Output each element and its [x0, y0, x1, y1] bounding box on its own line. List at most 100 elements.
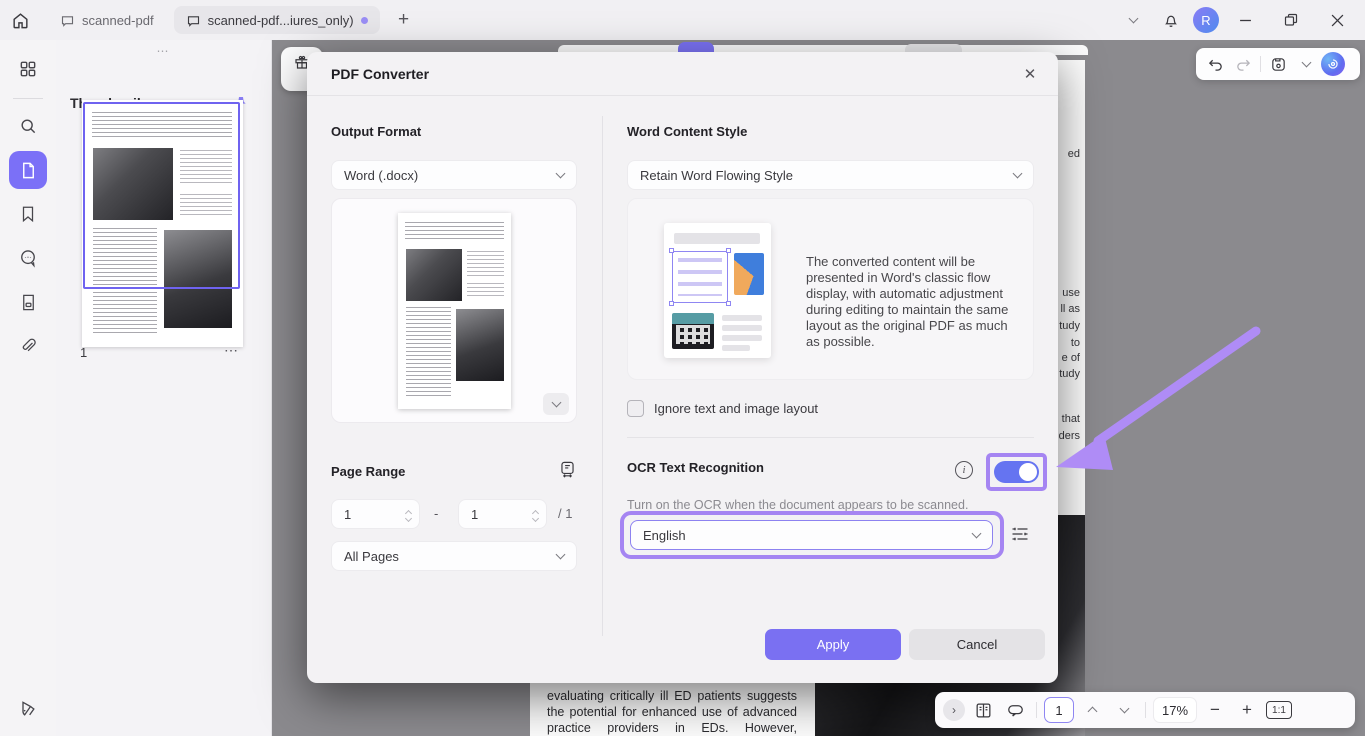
- preview-expand-button[interactable]: [543, 393, 569, 415]
- page-number-input[interactable]: [1044, 697, 1074, 723]
- dialog-close-button[interactable]: ✕: [1016, 60, 1044, 88]
- custom-range-button[interactable]: [558, 460, 577, 482]
- stepper-arrows[interactable]: [406, 508, 411, 521]
- section-divider: [627, 437, 1034, 438]
- tabs-dropdown-button[interactable]: [1117, 4, 1149, 36]
- titlebar: scanned-pdf scanned-pdf...iures_only) + …: [0, 0, 1365, 40]
- stepper-arrows[interactable]: [533, 508, 538, 521]
- minimize-icon: [1239, 14, 1252, 27]
- redo-icon: [1235, 56, 1252, 73]
- apply-button[interactable]: Apply: [765, 629, 901, 660]
- sidebar-item-apps[interactable]: [9, 50, 47, 88]
- word-content-style-label: Word Content Style: [627, 124, 747, 139]
- thumbnail-more-button[interactable]: ⋯: [224, 342, 239, 359]
- toolbar-divider: [1260, 56, 1261, 72]
- ignore-layout-checkbox-row[interactable]: Ignore text and image layout: [627, 400, 818, 417]
- view-toolbar: › 17% − + 1:1: [935, 692, 1355, 728]
- annotation-highlight-toggle: [986, 453, 1047, 491]
- page-layout-button[interactable]: [969, 697, 997, 723]
- sidebar-item-bookmarks[interactable]: [9, 195, 47, 233]
- sidebar-item-appearance[interactable]: [9, 690, 47, 728]
- illus-line: [722, 325, 762, 331]
- app-window: scanned-pdf scanned-pdf...iures_only) + …: [0, 0, 1365, 736]
- sidebar-item-thumbnails[interactable]: [9, 151, 47, 189]
- preview-photo-2: [456, 309, 504, 381]
- ignore-layout-checkbox[interactable]: [627, 400, 644, 417]
- apply-label: Apply: [817, 637, 850, 652]
- sidebar: [0, 40, 56, 736]
- output-format-label: Output Format: [331, 124, 421, 139]
- info-icon: i: [962, 464, 965, 476]
- cancel-label: Cancel: [957, 637, 997, 652]
- illus-image-block: [734, 253, 764, 295]
- annotation-mode-button[interactable]: [1001, 697, 1029, 723]
- undo-button[interactable]: [1202, 51, 1228, 77]
- minimize-button[interactable]: [1225, 4, 1265, 36]
- dialog-column-divider: [602, 116, 603, 636]
- chevron-down-icon: [556, 550, 566, 560]
- sidebar-item-comments[interactable]: [9, 239, 47, 277]
- chevron-down-icon: [1119, 704, 1129, 714]
- tab-document-icon: [186, 13, 201, 28]
- illus-table-grid: [676, 325, 710, 344]
- avatar-initial: R: [1201, 13, 1210, 28]
- book-icon: [974, 701, 993, 720]
- new-tab-button[interactable]: +: [390, 6, 418, 34]
- next-page-button[interactable]: [1110, 697, 1138, 723]
- page-icon: [19, 161, 38, 180]
- actual-size-button[interactable]: 1:1: [1265, 697, 1293, 723]
- tab-document-icon: [60, 13, 75, 28]
- page-from-stepper[interactable]: 1: [331, 499, 420, 529]
- maximize-button[interactable]: [1271, 4, 1311, 36]
- doc-text-fragment: e of: [1062, 352, 1080, 364]
- close-window-button[interactable]: [1317, 4, 1357, 36]
- save-options-button[interactable]: [1293, 51, 1319, 77]
- pages-scope-value: All Pages: [344, 549, 399, 564]
- output-format-select[interactable]: Word (.docx): [331, 160, 577, 190]
- redo-button[interactable]: [1230, 51, 1256, 77]
- illus-line: [722, 315, 762, 321]
- page-range-icon: [558, 460, 577, 479]
- chevron-up-icon: [1087, 707, 1097, 717]
- sidebar-item-attachments[interactable]: [9, 327, 47, 365]
- home-icon: [11, 11, 30, 30]
- page-thumbnail[interactable]: [82, 100, 243, 347]
- viewport-indicator[interactable]: [83, 102, 240, 289]
- sidebar-item-fields[interactable]: [9, 283, 47, 321]
- chevron-down-icon: [1128, 14, 1138, 24]
- previous-page-button[interactable]: [1078, 697, 1106, 723]
- notifications-button[interactable]: [1155, 4, 1187, 36]
- conversion-preview-panel: [331, 198, 577, 423]
- doc-text-fragment: use: [1062, 287, 1080, 299]
- zoom-level[interactable]: 17%: [1153, 697, 1197, 723]
- ocr-hint-text: Turn on the OCR when the document appear…: [627, 498, 968, 512]
- zoom-in-button[interactable]: +: [1233, 700, 1261, 720]
- page-range-label-text: Page Range: [331, 464, 405, 479]
- toolbar-collapse-button[interactable]: ›: [943, 699, 965, 721]
- tab-scanned-pdf[interactable]: scanned-pdf: [48, 6, 166, 34]
- ai-assistant-button[interactable]: [1321, 52, 1345, 76]
- illus-table-block: [672, 313, 714, 349]
- word-style-select[interactable]: Retain Word Flowing Style: [627, 160, 1034, 190]
- panel-resize-handle[interactable]: ⋯: [56, 44, 271, 58]
- page-to-stepper[interactable]: 1: [458, 499, 547, 529]
- cancel-button[interactable]: Cancel: [909, 629, 1045, 660]
- doc-text-fragment: ll as: [1060, 303, 1080, 315]
- form-document-icon: [19, 293, 38, 312]
- pages-scope-select[interactable]: All Pages: [331, 541, 577, 571]
- undo-icon: [1207, 56, 1224, 73]
- chevron-down-icon: [551, 398, 561, 408]
- page-to-value: 1: [471, 507, 478, 522]
- doc-text-fragment: tudy: [1059, 320, 1080, 332]
- avatar[interactable]: R: [1193, 7, 1219, 33]
- zoom-out-button[interactable]: −: [1201, 700, 1229, 720]
- ocr-advanced-settings-button[interactable]: [1010, 524, 1030, 549]
- save-icon: [1270, 56, 1287, 73]
- save-button[interactable]: [1265, 51, 1291, 77]
- home-button[interactable]: [0, 0, 40, 40]
- tab-scanned-pdf-figures[interactable]: scanned-pdf...iures_only): [174, 6, 380, 34]
- page-range-label: Page Range: [331, 464, 577, 479]
- sidebar-item-search[interactable]: [9, 107, 47, 145]
- ocr-info-button[interactable]: i: [955, 461, 973, 479]
- grid-icon: [18, 59, 38, 79]
